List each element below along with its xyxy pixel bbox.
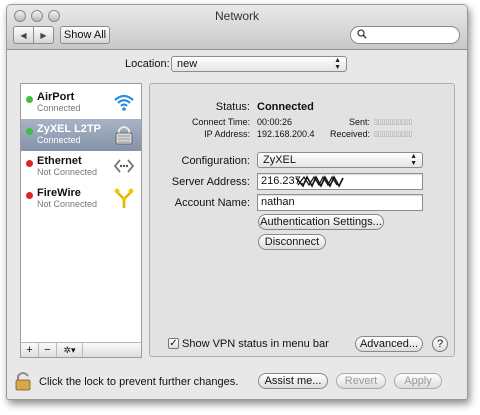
help-button[interactable]: ? xyxy=(432,336,448,352)
popup-arrows-icon: ▲ ▼ xyxy=(410,153,417,167)
ethernet-icon xyxy=(113,155,135,177)
disconnect-button[interactable]: Disconnect xyxy=(258,234,326,250)
sent-meter: ▯▯▯▯▯▯▯▯▯▯ xyxy=(374,119,413,126)
show-all-button[interactable]: Show All xyxy=(60,26,110,44)
service-detail-panel: Status: Connected Connect Time: 00:00:26… xyxy=(149,83,455,357)
ip-address-label: IP Address: xyxy=(204,129,250,139)
forward-arrow-icon[interactable]: ▶ xyxy=(34,27,53,43)
received-meter: ▯▯▯▯▯▯▯▯▯▯ xyxy=(374,131,413,138)
service-item-ethernet[interactable]: Ethernet Not Connected xyxy=(21,151,141,183)
assist-me-button[interactable]: Assist me... xyxy=(258,373,328,389)
lock-message: Click the lock to prevent further change… xyxy=(39,376,239,388)
revert-button[interactable]: Revert xyxy=(336,373,386,389)
back-arrow-icon[interactable]: ◀ xyxy=(14,27,34,43)
configuration-value: ZyXEL xyxy=(263,154,297,166)
service-status: Connected xyxy=(37,103,81,113)
status-label: Status: xyxy=(215,101,250,113)
title-bar: Network ◀ ▶ Show All xyxy=(7,5,467,50)
bottom-bar: Click the lock to prevent further change… xyxy=(7,365,467,399)
authentication-settings-button[interactable]: Authentication Settings... xyxy=(258,214,384,230)
status-dot-icon xyxy=(26,160,33,167)
vpn-status-label: Show VPN status in menu bar xyxy=(182,338,329,350)
connect-time-value: 00:00:26 xyxy=(257,117,293,127)
service-item-airport[interactable]: AirPort Connected xyxy=(21,87,141,119)
location-value: new xyxy=(177,58,198,70)
back-forward-control: ◀ ▶ xyxy=(13,26,54,44)
search-input[interactable] xyxy=(350,26,460,44)
status-dot-icon xyxy=(26,128,33,135)
lock-icon xyxy=(113,123,135,145)
vpn-status-checkbox[interactable]: ✓ xyxy=(168,338,179,349)
configuration-popup[interactable]: ZyXEL ▲ ▼ xyxy=(257,152,423,168)
advanced-button[interactable]: Advanced... xyxy=(355,336,423,352)
add-service-button[interactable]: + xyxy=(21,343,39,357)
popup-arrows-icon: ▲ ▼ xyxy=(334,57,341,71)
service-list-footer: + − ✲▾ xyxy=(20,342,142,358)
network-preferences-window: Network ◀ ▶ Show All Location: new ▲ ▼ Ai… xyxy=(6,4,468,400)
connect-time-label: Connect Time: xyxy=(191,117,250,127)
redaction-scribble-icon xyxy=(295,175,344,188)
search-icon xyxy=(357,29,367,42)
status-value: Connected xyxy=(257,101,314,113)
location-popup[interactable]: new ▲ ▼ xyxy=(171,56,347,72)
remove-service-button[interactable]: − xyxy=(39,343,57,357)
ip-address-value: 192.168.200.4 xyxy=(257,129,315,139)
account-name-field[interactable]: nathan xyxy=(257,194,423,211)
apply-button[interactable]: Apply xyxy=(394,373,442,389)
firewire-icon xyxy=(113,187,135,209)
server-address-label: Server Address: xyxy=(171,176,250,188)
service-list: AirPort Connected ZyXEL L2TP Connected E… xyxy=(20,83,142,355)
service-name: Ethernet xyxy=(37,155,82,167)
status-dot-icon xyxy=(26,96,33,103)
account-name-label: Account Name: xyxy=(174,197,250,209)
service-status: Connected xyxy=(37,135,81,145)
gear-icon[interactable]: ✲▾ xyxy=(57,343,83,357)
sent-label: Sent: xyxy=(348,117,370,127)
wifi-icon xyxy=(113,91,135,113)
lock-icon[interactable] xyxy=(15,371,31,394)
window-title: Network xyxy=(214,9,259,23)
configuration-label: Configuration: xyxy=(181,155,251,167)
server-address-field[interactable]: 216.237. xyxy=(257,173,423,190)
service-name: ZyXEL L2TP xyxy=(37,123,101,135)
service-item-firewire[interactable]: FireWire Not Connected xyxy=(21,183,141,215)
location-label: Location: xyxy=(125,58,170,70)
service-status: Not Connected xyxy=(37,199,98,209)
received-label: Received: xyxy=(329,129,370,139)
service-status: Not Connected xyxy=(37,167,98,177)
status-dot-icon xyxy=(26,192,33,199)
service-name: FireWire xyxy=(37,187,81,199)
service-name: AirPort xyxy=(37,91,75,103)
service-item-zyxel-l2tp[interactable]: ZyXEL L2TP Connected xyxy=(21,119,141,151)
